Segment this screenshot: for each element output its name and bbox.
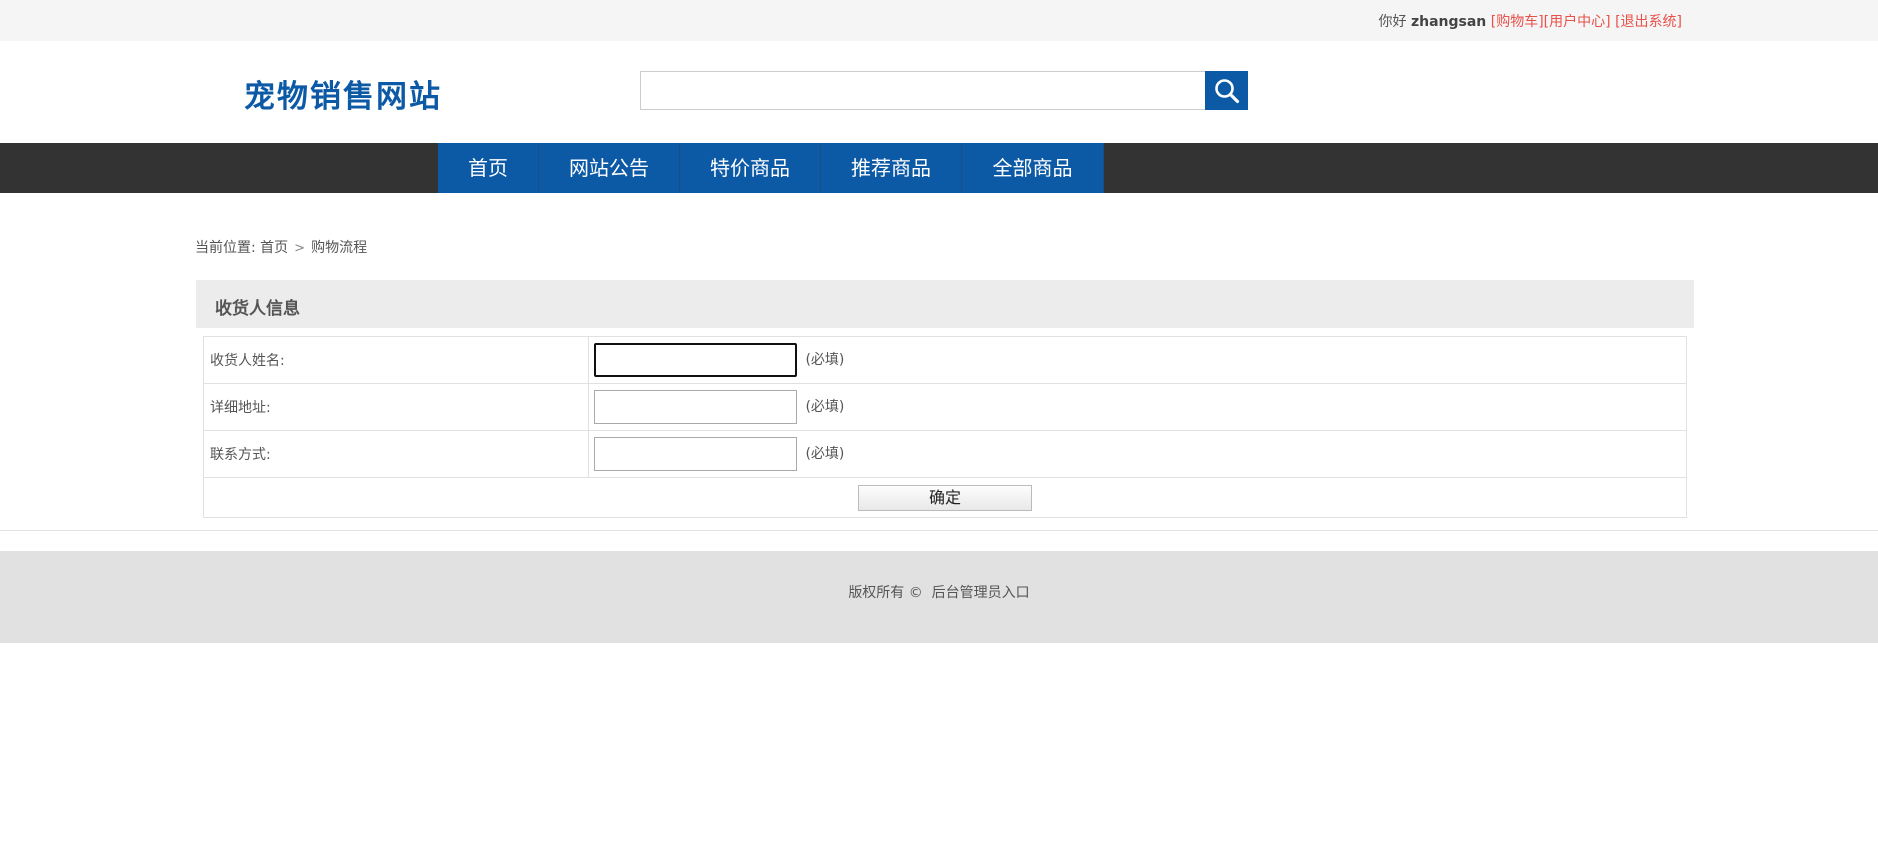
username: zhangsan [1410,14,1487,30]
form-row-contact: 联系方式: (必填) [203,430,1687,478]
name-input[interactable] [594,343,797,377]
address-input[interactable] [594,390,797,424]
address-label: 详细地址: [203,383,589,431]
contact-label: 联系方式: [203,430,589,478]
user-center-link[interactable]: [用户中心] [1544,14,1611,30]
form-row-address: 详细地址: (必填) [203,383,1687,431]
address-required-hint: (必填) [805,399,845,415]
panel-header: 收货人信息 [196,280,1694,328]
consignee-form: 收货人姓名: (必填) 详细地址: (必填) 联系方式: (必填) 确定 [203,336,1687,518]
contact-input[interactable] [594,437,797,471]
nav-item-all-products[interactable]: 全部商品 [962,143,1104,193]
breadcrumb-current: 购物流程 [311,240,368,256]
search-input[interactable] [640,71,1205,110]
nav-item-home[interactable]: 首页 [438,143,539,193]
form-row-name: 收货人姓名: (必填) [203,336,1687,384]
panel-title: 收货人信息 [215,299,300,319]
footer: 版权所有 © 后台管理员入口 [0,551,1878,643]
site-logo[interactable]: 宠物销售网站 [244,71,442,116]
top-bar: 你好 zhangsan [购物车][用户中心] [退出系统] [0,0,1878,41]
nav-item-announcements[interactable]: 网站公告 [539,143,680,193]
search-box [640,71,1248,110]
breadcrumb-home-link[interactable]: 首页 [260,240,288,256]
search-button[interactable] [1205,71,1248,110]
logout-link[interactable]: [退出系统] [1615,14,1682,30]
name-label: 收货人姓名: [203,336,589,384]
user-status: 你好 zhangsan [购物车][用户中心] [退出系统] [1379,11,1682,31]
confirm-button[interactable]: 确定 [858,484,1032,511]
admin-entry-link[interactable]: 后台管理员入口 [932,585,1030,601]
main-nav: 首页 网站公告 特价商品 推荐商品 全部商品 [0,143,1878,193]
contact-required-hint: (必填) [805,446,845,462]
search-icon [1214,78,1239,103]
breadcrumb: 当前位置: 首页 > 购物流程 [195,237,367,257]
copyright-text: 版权所有 © [848,585,923,601]
breadcrumb-prefix: 当前位置: [195,240,256,256]
nav-item-specials[interactable]: 特价商品 [680,143,821,193]
content-divider [0,530,1878,531]
header: 宠物销售网站 [0,41,1878,143]
form-row-submit: 确定 [203,477,1687,518]
nav-item-recommended[interactable]: 推荐商品 [821,143,962,193]
breadcrumb-separator: > [294,241,306,256]
cart-link[interactable]: [购物车] [1491,14,1544,30]
greeting-text: 你好 [1378,14,1407,30]
name-required-hint: (必填) [805,352,845,368]
